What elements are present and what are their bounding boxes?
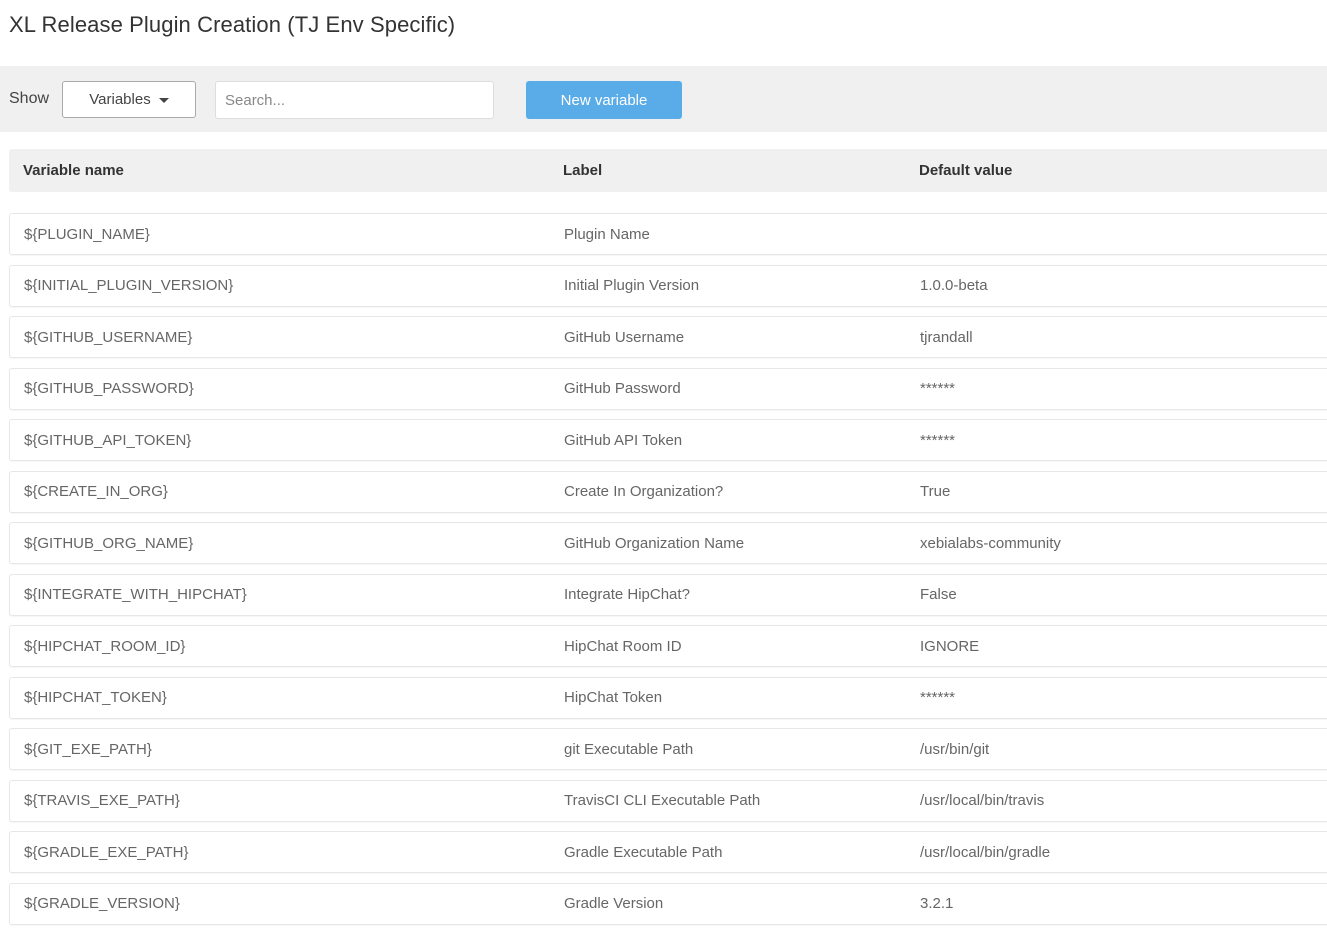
page-title: XL Release Plugin Creation (TJ Env Speci… — [9, 12, 456, 37]
variable-name-cell: ${INITIAL_PLUGIN_VERSION} — [24, 277, 234, 294]
default-value-cell: ****** — [920, 689, 956, 706]
table-row[interactable]: ${GITHUB_USERNAME} GitHub Username tjranda… — [9, 316, 1327, 358]
show-select[interactable]: Variables — [62, 81, 196, 118]
default-value-cell: 3.2.1 — [920, 895, 954, 912]
variable-name-cell: ${CREATE_IN_ORG} — [24, 483, 168, 500]
table-row[interactable]: ${TRAVIS_EXE_PATH} TravisCI CLI Executabl… — [9, 779, 1327, 822]
table-row[interactable]: ${GITHUB_PASSWORD} GitHub Password ****** — [9, 367, 1327, 410]
label-cell: HipChat Token — [564, 689, 663, 706]
variable-name-cell: ${GIT_EXE_PATH} — [24, 740, 152, 758]
variable-name-cell: ${HIPCHAT_ROOM_ID} — [24, 637, 186, 655]
table-row[interactable]: ${GRADLE_EXE_PATH} Gradle Executable Path… — [9, 831, 1327, 873]
variable-name-cell: ${GRADLE_VERSION} — [24, 895, 180, 912]
show-label: Show — [9, 90, 50, 107]
default-value-cell: IGNORE — [920, 637, 980, 655]
variables-table: Variable name Label Default value ${PLUG… — [9, 149, 1327, 934]
variable-name-cell: ${GITHUB_PASSWORD} — [24, 380, 194, 397]
default-value-cell: /usr/local/bin/travis — [920, 792, 1045, 809]
default-value-cell: 1.0.0-beta — [920, 277, 988, 294]
label-cell: GitHub Password — [564, 380, 681, 397]
new-variable-button[interactable]: New variable — [526, 81, 682, 119]
variable-name-cell: ${TRAVIS_EXE_PATH} — [24, 792, 180, 809]
search-input[interactable] — [215, 81, 494, 119]
table-row[interactable]: ${GITHUB_ORG_NAME} GitHub Organization Na… — [9, 522, 1327, 564]
label-cell: GitHub API Token — [564, 431, 683, 449]
variable-name-cell: ${GITHUB_API_TOKEN} — [24, 431, 192, 449]
label-cell: GitHub Username — [564, 328, 685, 346]
default-value-cell: True — [920, 483, 951, 500]
label-cell: GitHub Organization Name — [564, 534, 745, 552]
caret-down-icon — [158, 98, 169, 103]
default-value-cell: xebialabs-community — [920, 534, 1061, 552]
table-row[interactable]: ${HIPCHAT_ROOM_ID} HipChat Room ID IGNORE — [9, 625, 1327, 667]
show-select-value: Variables — [89, 91, 151, 108]
default-value-cell: /usr/bin/git — [920, 740, 990, 758]
table-row[interactable]: ${HIPCHAT_TOKEN} HipChat Token ****** — [9, 676, 1327, 719]
variable-name-cell: ${INTEGRATE_WITH_HIPCHAT} — [24, 586, 247, 603]
table-row[interactable]: ${CREATE_IN_ORG} Create In Organization? T… — [9, 470, 1327, 513]
label-cell: Plugin Name — [564, 225, 650, 243]
table-row[interactable]: ${GITHUB_API_TOKEN} GitHub API Token *****… — [9, 419, 1327, 461]
table-row[interactable]: ${GIT_EXE_PATH} git Executable Path/usr/b… — [9, 728, 1327, 770]
label-cell: Initial Plugin Version — [564, 277, 700, 294]
default-value-cell: /usr/local/bin/gradle — [920, 843, 1051, 861]
default-value-cell: False — [920, 586, 957, 603]
label-cell: Gradle Executable Path — [564, 843, 723, 861]
label-cell: Gradle Version — [564, 895, 664, 912]
variable-name-cell: ${GITHUB_USERNAME} — [24, 328, 193, 346]
variable-name-cell: ${GITHUB_ORG_NAME} — [24, 534, 194, 552]
variable-name-cell: ${GRADLE_EXE_PATH} — [24, 843, 189, 861]
table-body: ${PLUGIN_NAME} Plugin Name ${INITIAL_PLUGI… — [9, 213, 1327, 925]
label-cell: TravisCI CLI Executable Path — [564, 792, 761, 809]
variable-name-cell: ${PLUGIN_NAME} — [24, 225, 150, 243]
column-header-label: Label — [563, 162, 603, 179]
table-row[interactable]: ${INITIAL_PLUGIN_VERSION} Initial Plugin … — [9, 264, 1327, 307]
toolbar: Show Variables New variable — [0, 66, 1327, 132]
column-header-variable-name: Variable name — [23, 162, 124, 179]
table-row[interactable]: ${GRADLE_VERSION} Gradle Version 3.2.1 — [9, 882, 1327, 925]
default-value-cell: ****** — [920, 380, 956, 397]
label-cell: Integrate HipChat? — [564, 586, 690, 603]
table-row[interactable]: ${INTEGRATE_WITH_HIPCHAT} Integrate HipCh… — [9, 573, 1327, 616]
label-cell: git Executable Path — [564, 740, 694, 758]
label-cell: HipChat Room ID — [564, 637, 682, 655]
label-cell: Create In Organization? — [564, 483, 724, 500]
variable-name-cell: ${HIPCHAT_TOKEN} — [24, 689, 167, 706]
default-value-cell: tjrandall — [920, 328, 973, 346]
table-row[interactable]: ${PLUGIN_NAME} Plugin Name — [9, 213, 1327, 255]
table-header: Variable name Label Default value — [9, 149, 1327, 192]
column-header-default-value: Default value — [919, 162, 1013, 179]
default-value-cell: ****** — [920, 431, 956, 449]
